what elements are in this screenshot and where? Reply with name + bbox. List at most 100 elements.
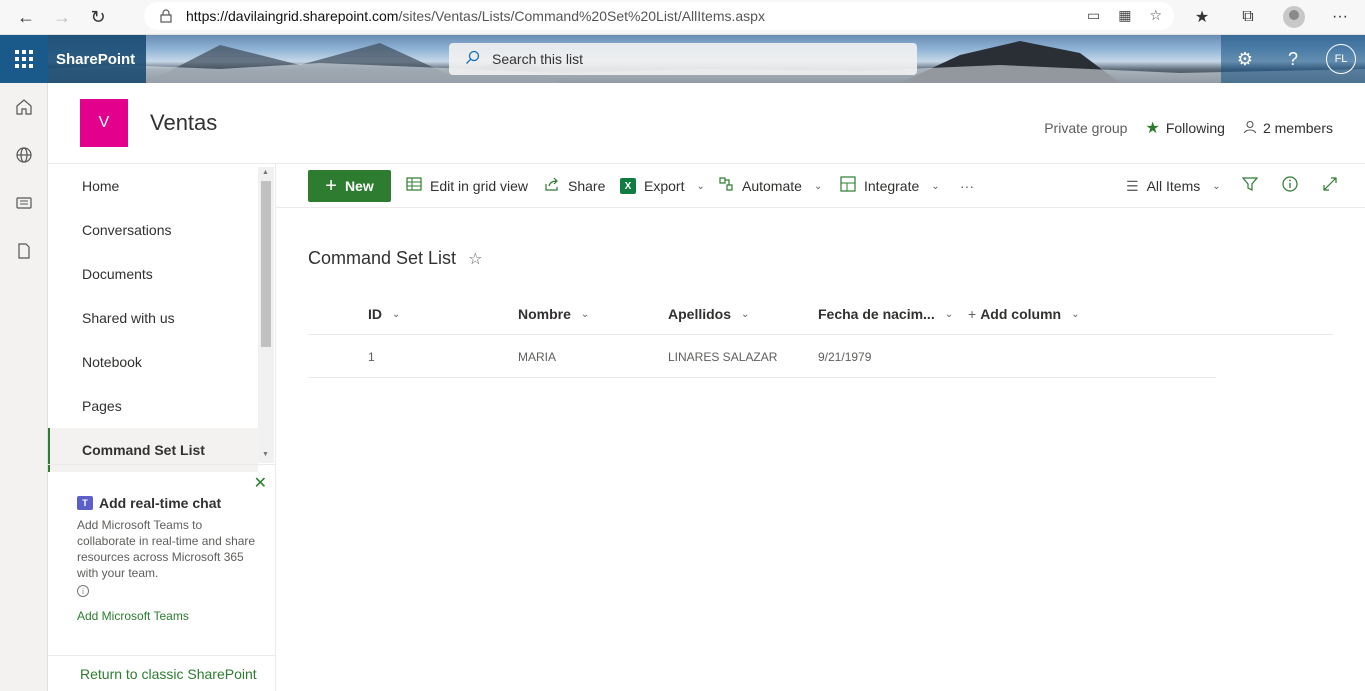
waffle-icon	[15, 50, 33, 68]
address-url: https://davilaingrid.sharepoint.com/site…	[186, 8, 765, 24]
column-label: Apellidos	[668, 306, 732, 322]
star-filled-icon: ★	[1145, 120, 1160, 137]
chat-title: Add real-time chat	[99, 495, 222, 511]
search-placeholder: Search this list	[492, 51, 584, 67]
extensions-icon[interactable]: ▦	[1118, 7, 1131, 24]
return-classic-link[interactable]: Return to classic SharePoint	[80, 666, 257, 682]
globe-icon[interactable]	[0, 131, 48, 179]
column-header-fecha[interactable]: Fecha de nacim... ⌄	[818, 293, 953, 335]
close-icon[interactable]: ✕	[254, 473, 267, 493]
info-icon	[1282, 176, 1298, 196]
site-title[interactable]: Ventas	[150, 110, 217, 136]
refresh-icon[interactable]: ↻	[80, 2, 116, 32]
scroll-up-icon[interactable]: ▲	[262, 169, 269, 176]
filter-button[interactable]	[1241, 164, 1259, 208]
nav-item-home[interactable]: Home	[48, 164, 258, 208]
address-bar[interactable]: https://davilaingrid.sharepoint.com/site…	[144, 2, 1174, 30]
suite-bar: SharePoint Search this list ⚙ ? FL	[0, 35, 1365, 83]
star-outline-icon[interactable]: ☆	[468, 249, 482, 269]
nav-item-shared-with-us[interactable]: Shared with us	[48, 296, 258, 340]
nav-item-conversations[interactable]: Conversations	[48, 208, 258, 252]
settings-icon[interactable]: ⚙	[1221, 35, 1269, 83]
edit-grid-button[interactable]: Edit in grid view	[406, 164, 528, 208]
members-button[interactable]: 2 members	[1243, 120, 1333, 137]
view-label: All Items	[1146, 178, 1201, 194]
expand-button[interactable]	[1322, 164, 1338, 208]
app-launcher-button[interactable]	[0, 35, 48, 83]
list-header-row: ID ⌄ Nombre ⌄ Apellidos ⌄ Fecha de nacim…	[308, 293, 1334, 335]
cell-id: 1	[368, 350, 375, 364]
nav-item-pages[interactable]: Pages	[48, 384, 258, 428]
grid-icon	[406, 176, 422, 196]
forward-icon[interactable]: →	[44, 2, 80, 32]
export-label: Export	[644, 178, 685, 194]
nav-item-documents[interactable]: Documents	[48, 252, 258, 296]
edit-grid-label: Edit in grid view	[430, 178, 529, 194]
app-bar	[0, 83, 48, 691]
cell-apellidos: LINARES SALAZAR	[668, 350, 778, 364]
nav-scrollbar[interactable]: ▲ ▼	[258, 167, 274, 463]
column-header-id[interactable]: ID ⌄	[368, 293, 400, 335]
scroll-down-icon[interactable]: ▼	[262, 451, 269, 458]
info-button[interactable]	[1282, 164, 1298, 208]
automate-label: Automate	[742, 178, 802, 194]
more-commands-button[interactable]: ···	[960, 164, 974, 208]
add-teams-link[interactable]: Add Microsoft Teams	[77, 609, 257, 623]
person-icon	[1243, 120, 1257, 137]
share-button[interactable]: Share	[544, 164, 605, 208]
back-icon[interactable]: ←	[8, 2, 44, 32]
list-view-icon: ☰	[1126, 177, 1139, 194]
teams-promo-card: ✕ T Add real-time chat Add Microsoft Tea…	[48, 464, 275, 654]
chevron-down-icon: ⌄	[696, 180, 705, 192]
column-header-apellidos[interactable]: Apellidos ⌄	[668, 293, 749, 335]
table-row[interactable]: 1 MARIA LINARES SALAZAR 9/21/1979	[308, 336, 1216, 378]
profile-avatar[interactable]	[1277, 2, 1311, 32]
chevron-down-icon: ⌄	[580, 308, 590, 320]
automate-button[interactable]: Automate ⌄	[718, 164, 822, 208]
site-navigation: Home Conversations Documents Shared with…	[48, 164, 276, 691]
app-name[interactable]: SharePoint	[48, 35, 146, 83]
app-available-icon[interactable]: ▭	[1087, 7, 1100, 24]
chat-description: Add Microsoft Teams to collaborate in re…	[77, 518, 256, 580]
document-icon[interactable]	[0, 227, 48, 275]
scrollbar-thumb[interactable]	[261, 181, 271, 347]
news-icon[interactable]	[0, 179, 48, 227]
column-label: ID	[368, 306, 382, 322]
chevron-down-icon: ⌄	[392, 308, 401, 320]
info-icon[interactable]: i	[77, 585, 89, 597]
new-button[interactable]: + New	[308, 170, 391, 202]
members-label: 2 members	[1262, 120, 1333, 136]
account-button[interactable]: FL	[1317, 35, 1365, 83]
browser-menu-icon[interactable]: ···	[1323, 2, 1357, 32]
following-button[interactable]: ★ Following	[1145, 118, 1224, 138]
nav-item-notebook[interactable]: Notebook	[48, 340, 258, 384]
export-button[interactable]: X Export ⌄	[620, 164, 705, 208]
filter-icon	[1241, 176, 1259, 196]
share-label: Share	[568, 178, 606, 194]
home-icon[interactable]	[0, 83, 48, 131]
search-icon	[465, 50, 480, 69]
list-title: Command Set List	[308, 248, 457, 268]
add-column-button[interactable]: + Add column ⌄	[968, 293, 1079, 335]
column-header-nombre[interactable]: Nombre ⌄	[518, 293, 589, 335]
collections-icon[interactable]: ⧉	[1231, 2, 1265, 32]
automate-icon	[718, 176, 734, 196]
favorites-icon[interactable]: ★	[1185, 2, 1219, 32]
chevron-down-icon: ⌄	[1212, 180, 1221, 192]
add-favorite-icon[interactable]: ☆	[1149, 7, 1162, 24]
column-label: Fecha de nacim...	[818, 306, 935, 322]
column-label: Nombre	[518, 306, 571, 322]
privacy-label: Private group	[1044, 120, 1128, 136]
following-label: Following	[1165, 120, 1225, 136]
site-logo[interactable]: V	[80, 99, 128, 147]
integrate-icon	[840, 176, 856, 196]
lock-icon	[160, 9, 172, 23]
chevron-down-icon: ⌄	[813, 180, 823, 192]
expand-icon	[1322, 176, 1338, 196]
integrate-button[interactable]: Integrate ⌄	[840, 164, 940, 208]
chevron-down-icon: ⌄	[1071, 308, 1080, 320]
help-icon[interactable]: ?	[1269, 35, 1317, 83]
new-label: New	[344, 178, 374, 194]
view-selector[interactable]: ☰ All Items ⌄	[1126, 164, 1221, 208]
search-box[interactable]: Search this list	[449, 43, 917, 75]
